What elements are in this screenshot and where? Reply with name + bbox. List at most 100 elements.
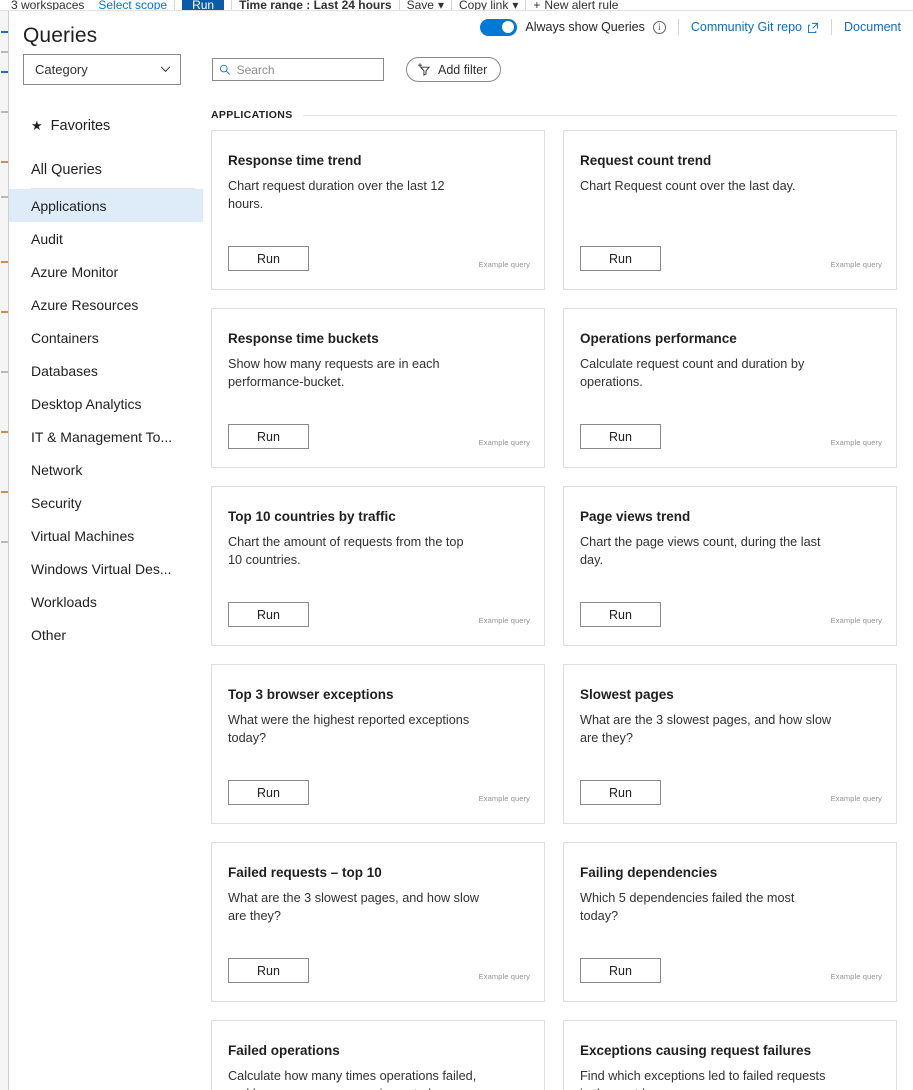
query-card-title: Response time trend <box>228 152 528 170</box>
sidebar-item-desktop-analytics[interactable]: Desktop Analytics <box>9 387 203 420</box>
run-button[interactable]: Run <box>228 246 309 271</box>
search-input[interactable] <box>237 63 377 77</box>
query-card-description: Chart the amount of requests from the to… <box>228 533 480 570</box>
sidebar-item-virtual-machines[interactable]: Virtual Machines <box>9 519 203 552</box>
sidebar-item-security[interactable]: Security <box>9 486 203 519</box>
sidebar-item-label: Databases <box>31 363 98 379</box>
sidebar-item-label: Network <box>31 462 82 478</box>
query-card-description: Chart request duration over the last 12 … <box>228 177 480 214</box>
run-button[interactable]: Run <box>228 602 309 627</box>
sidebar-item-all-queries[interactable]: All Queries <box>9 154 203 186</box>
toolbar-new-alert-rule[interactable]: +New alert rule <box>526 0 625 11</box>
query-card[interactable]: Page views trend Chart the page views co… <box>563 486 897 646</box>
query-card-description: Calculate how many times operations fail… <box>228 1067 480 1090</box>
run-button[interactable]: Run <box>580 958 661 983</box>
category-sidebar: ★ Favorites All Queries Applications Aud… <box>9 103 203 1090</box>
background-toolbar: 3 workspaces Select scope Run Time range… <box>0 0 913 11</box>
example-query-badge: Example query <box>479 260 530 269</box>
run-button[interactable]: Run <box>228 780 309 805</box>
query-card[interactable]: Response time trend Chart request durati… <box>211 130 545 290</box>
search-icon <box>219 63 231 76</box>
query-card[interactable]: Response time buckets Show how many requ… <box>211 308 545 468</box>
run-button[interactable]: Run <box>580 602 661 627</box>
sidebar-item-label: Containers <box>31 330 99 346</box>
sidebar-item-databases[interactable]: Databases <box>9 354 203 387</box>
external-link-icon <box>808 22 819 33</box>
always-show-queries-toggle[interactable] <box>480 19 517 36</box>
add-filter-label: Add filter <box>438 63 487 77</box>
query-card[interactable]: Operations performance Calculate request… <box>563 308 897 468</box>
query-card-title: Failed operations <box>228 1042 528 1060</box>
sidebar-item-azure-monitor[interactable]: Azure Monitor <box>9 255 203 288</box>
query-card[interactable]: Failed requests – top 10 What are the 3 … <box>211 842 545 1002</box>
sidebar-item-label: Favorites <box>51 118 111 134</box>
query-card[interactable]: Top 3 browser exceptions What were the h… <box>211 664 545 824</box>
query-card-description: What were the highest reported exception… <box>228 711 480 748</box>
run-button[interactable]: Run <box>228 958 309 983</box>
toolbar-time-range[interactable]: Time range : Last 24 hours <box>232 0 399 11</box>
query-card-title: Slowest pages <box>580 686 880 704</box>
filter-row: Category Add filter <box>23 54 501 85</box>
sidebar-item-other[interactable]: Other <box>9 618 203 651</box>
toolbar-workspaces: 3 workspaces <box>4 0 91 11</box>
query-card-description: Show how many requests are in each perfo… <box>228 355 480 392</box>
sidebar-item-network[interactable]: Network <box>9 453 203 486</box>
documentation-link[interactable]: Document <box>832 20 913 34</box>
query-card[interactable]: Exceptions causing request failures Find… <box>563 1020 897 1090</box>
sidebar-item-containers[interactable]: Containers <box>9 321 203 354</box>
toolbar-save-menu[interactable]: Save▾ <box>400 0 451 11</box>
query-card[interactable]: Slowest pages What are the 3 slowest pag… <box>563 664 897 824</box>
category-dropdown[interactable]: Category <box>23 54 181 85</box>
run-button[interactable]: Run <box>228 424 309 449</box>
query-card-description: What are the 3 slowest pages, and how sl… <box>228 889 480 926</box>
add-filter-button[interactable]: Add filter <box>406 57 501 82</box>
sidebar-item-label: Security <box>31 495 82 511</box>
query-card-description: Chart the page views count, during the l… <box>580 533 832 570</box>
query-card[interactable]: Failed operations Calculate how many tim… <box>211 1020 545 1090</box>
toolbar-run-button[interactable]: Run <box>175 0 231 11</box>
sidebar-item-favorites[interactable]: ★ Favorites <box>9 111 203 141</box>
sidebar-item-label: All Queries <box>31 162 102 178</box>
query-card-description: Which 5 dependencies failed the most tod… <box>580 889 832 926</box>
example-query-badge: Example query <box>831 616 882 625</box>
sidebar-item-azure-resources[interactable]: Azure Resources <box>9 288 203 321</box>
run-button[interactable]: Run <box>580 424 661 449</box>
example-query-badge: Example query <box>479 616 530 625</box>
sidebar-item-label: Other <box>31 627 66 643</box>
page-title: Queries <box>23 24 97 48</box>
info-icon[interactable]: i <box>653 21 666 34</box>
toolbar-select-scope[interactable]: Select scope <box>91 0 174 11</box>
example-query-badge: Example query <box>831 972 882 981</box>
sidebar-item-label: Desktop Analytics <box>31 396 142 412</box>
blade-body: ★ Favorites All Queries Applications Aud… <box>9 103 913 1090</box>
query-card-title: Request count trend <box>580 152 880 170</box>
sidebar-item-it-management-tools[interactable]: IT & Management To... <box>9 420 203 453</box>
underlying-page-sliver <box>0 11 8 1090</box>
header-actions: Always show Queries i Community Git repo… <box>480 15 913 39</box>
query-card[interactable]: Top 10 countries by traffic Chart the am… <box>211 486 545 646</box>
community-git-repo-link[interactable]: Community Git repo <box>679 20 831 34</box>
query-card-title: Page views trend <box>580 508 880 526</box>
run-button[interactable]: Run <box>580 780 661 805</box>
documentation-label: Document <box>844 20 901 34</box>
queries-content: APPLICATIONS Response time trend Chart r… <box>203 103 913 1090</box>
query-card-description: Chart Request count over the last day. <box>580 177 832 195</box>
sidebar-item-audit[interactable]: Audit <box>9 222 203 255</box>
sidebar-item-workloads[interactable]: Workloads <box>9 585 203 618</box>
query-card-description: Calculate request count and duration by … <box>580 355 832 392</box>
example-query-badge: Example query <box>831 794 882 803</box>
toolbar-copy-link-menu[interactable]: Copy link▾ <box>452 0 525 11</box>
query-card-grid: Response time trend Chart request durati… <box>211 130 913 1090</box>
search-box[interactable] <box>212 58 384 81</box>
sidebar-item-label: Applications <box>31 198 107 214</box>
always-show-queries-label: Always show Queries <box>525 20 645 34</box>
query-card[interactable]: Request count trend Chart Request count … <box>563 130 897 290</box>
query-card[interactable]: Failing dependencies Which 5 dependencie… <box>563 842 897 1002</box>
sidebar-item-label: Workloads <box>31 594 97 610</box>
category-dropdown-value: Category <box>35 62 88 77</box>
sidebar-item-applications[interactable]: Applications <box>9 189 203 222</box>
run-button[interactable]: Run <box>580 246 661 271</box>
sidebar-item-windows-virtual-desktop[interactable]: Windows Virtual Des... <box>9 552 203 585</box>
query-card-title: Top 3 browser exceptions <box>228 686 528 704</box>
query-card-description: Find which exceptions led to failed requ… <box>580 1067 832 1090</box>
